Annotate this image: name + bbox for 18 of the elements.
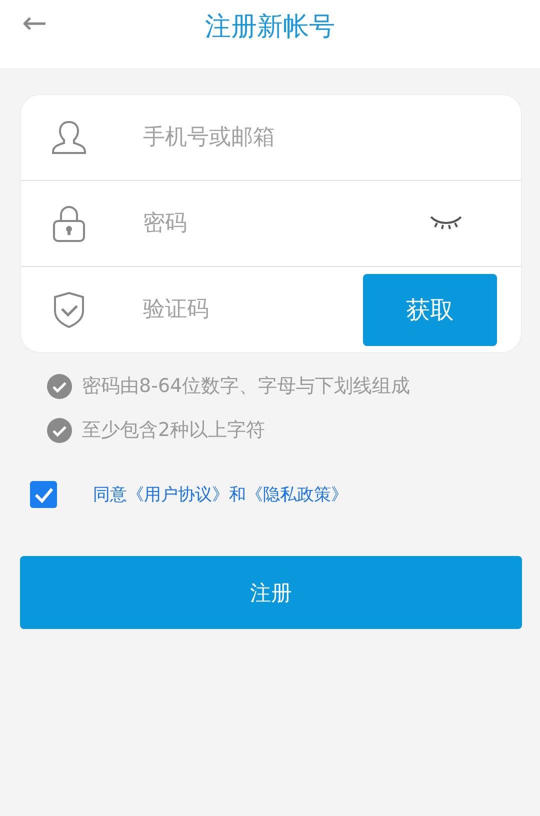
check-circle-icon xyxy=(47,374,72,398)
user-icon xyxy=(50,118,88,156)
password-field[interactable]: 密码 xyxy=(143,204,429,244)
page-title: 注册新帐号 xyxy=(205,10,335,44)
agree-checkbox[interactable] xyxy=(30,481,57,508)
shield-icon xyxy=(52,290,86,328)
check-circle-icon xyxy=(47,418,72,442)
password-rule: 密码由8-64位数字、字母与下划线组成 xyxy=(82,374,410,399)
closed-eye-icon[interactable] xyxy=(429,214,463,230)
get-code-button[interactable]: 获取 xyxy=(363,274,497,346)
checkmark-icon xyxy=(34,486,54,502)
register-button[interactable]: 注册 xyxy=(20,556,522,629)
back-button[interactable]: ← xyxy=(22,4,48,44)
agreement-link[interactable]: 同意《用户协议》和《隐私政策》 xyxy=(93,483,348,506)
lock-icon xyxy=(52,204,86,242)
password-rule: 至少包含2种以上字符 xyxy=(82,418,266,443)
account-field[interactable]: 手机号或邮箱 xyxy=(143,118,521,158)
code-field[interactable]: 验证码 xyxy=(143,290,363,330)
